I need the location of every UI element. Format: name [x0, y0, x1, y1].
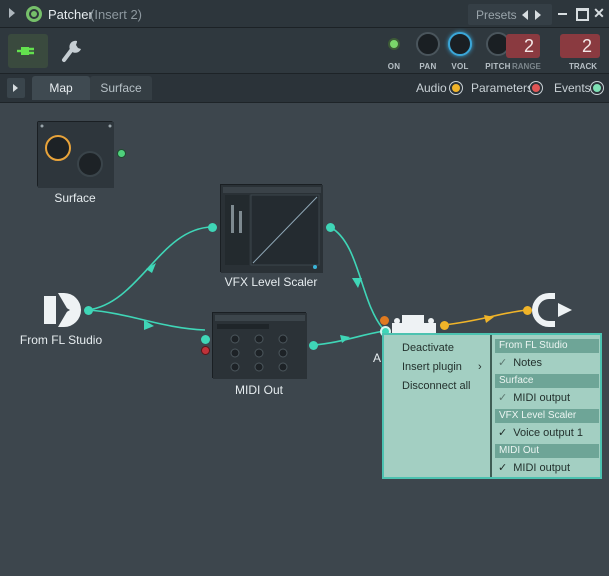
connection-item-label: Voice output 1 — [513, 427, 583, 439]
surface-preview — [38, 122, 114, 188]
hidden-node-audio-in-port[interactable] — [380, 316, 389, 325]
connection-item-label: MIDI output — [513, 462, 571, 474]
pan-knob[interactable] — [416, 32, 440, 56]
group-header-surface: Surface — [495, 374, 599, 388]
hidden-node-audio-out-port[interactable] — [440, 321, 449, 330]
window-subtitle: (Insert 2) — [90, 7, 143, 22]
wrench-icon — [62, 40, 81, 62]
pitch-label: PITCH — [485, 62, 511, 71]
connection-item[interactable]: ✓ Voice output 1 — [498, 426, 583, 439]
vol-knob[interactable] — [448, 32, 472, 56]
window-title: Patcher — [48, 7, 93, 22]
on-control: ON — [382, 32, 406, 72]
legend-audio-label: Audio — [416, 81, 447, 95]
surface-node-label: Surface — [54, 191, 96, 205]
patch-canvas[interactable]: Surface VFX Level Scaler From FL Studio — [0, 102, 609, 576]
plug-icon — [17, 47, 34, 55]
from-fl-node-label: From FL Studio — [19, 333, 103, 347]
preset-next-icon[interactable] — [535, 10, 541, 20]
vfx-level-scaler-node[interactable] — [220, 184, 323, 273]
legend-events-dot[interactable] — [591, 82, 603, 94]
midi-out-output-port[interactable] — [309, 341, 318, 350]
check-icon: ✓ — [498, 392, 508, 404]
connection-item-label: Notes — [513, 357, 542, 369]
pan-control: PAN — [414, 32, 442, 72]
menu-item-deactivate[interactable]: Deactivate — [402, 342, 454, 354]
track-label: TRACK — [569, 62, 597, 71]
legend-audio-dot[interactable] — [450, 82, 462, 94]
group-header-midi-out: MIDI Out — [495, 444, 599, 458]
title-bar: Patcher (Insert 2) Presets ✕ — [0, 0, 609, 28]
close-icon[interactable]: ✕ — [592, 6, 606, 20]
legend-events-label: Events — [554, 81, 591, 95]
pan-label: PAN — [419, 62, 437, 71]
group-header-from-fl: From FL Studio — [495, 339, 599, 353]
surface-event-port[interactable] — [117, 149, 126, 158]
plug-button[interactable] — [8, 34, 48, 68]
sidebar-toggle-icon[interactable] — [7, 78, 25, 98]
surface-node[interactable] — [37, 121, 114, 188]
connection-item[interactable]: ✓ MIDI output — [498, 461, 570, 474]
context-menu-connections: From FL Studio ✓ Notes Surface ✓ MIDI outp… — [490, 335, 600, 477]
submenu-arrow-icon: › — [478, 361, 482, 373]
range-label: RANGE — [512, 62, 541, 71]
legend-parameters-label: Parameters — [471, 81, 534, 95]
tab-row: Map Surface Audio Parameters Events — [0, 74, 609, 102]
check-icon: ✓ — [498, 357, 508, 369]
vfx-output-port[interactable] — [326, 223, 335, 232]
connection-item[interactable]: ✓ MIDI output — [498, 391, 570, 404]
group-header-vfx: VFX Level Scaler — [495, 409, 599, 423]
on-label: ON — [387, 62, 401, 71]
midi-out-preview — [213, 313, 307, 379]
tab-map[interactable]: Map — [32, 76, 90, 100]
midi-out-node[interactable] — [212, 312, 307, 379]
midi-out-param-port[interactable] — [201, 346, 210, 355]
tab-surface[interactable]: Surface — [90, 76, 152, 100]
connection-item-label: MIDI output — [513, 392, 571, 404]
minimize-icon[interactable] — [556, 6, 570, 20]
vfx-preview — [221, 185, 323, 273]
presets-selector[interactable]: Presets — [468, 4, 552, 25]
vfx-node-label: VFX Level Scaler — [224, 275, 318, 289]
track-display[interactable]: 2 — [560, 34, 600, 58]
connection-item[interactable]: ✓ Notes — [498, 356, 542, 369]
midi-out-input-port[interactable] — [201, 335, 210, 344]
legend-parameters-dot[interactable] — [530, 82, 542, 94]
output-audio-in-port[interactable] — [523, 306, 532, 315]
maximize-icon[interactable] — [574, 6, 589, 21]
preset-prev-icon[interactable] — [522, 10, 528, 20]
audio-output-icon — [532, 293, 572, 327]
menu-item-disconnect-all[interactable]: Disconnect all — [402, 380, 470, 392]
check-icon: ✓ — [498, 427, 508, 439]
from-fl-studio-icon — [44, 293, 81, 327]
collapse-arrow-icon[interactable] — [9, 8, 15, 18]
on-led[interactable] — [388, 38, 400, 50]
vol-control: VOL — [446, 32, 474, 72]
port-context-menu: Deactivate Insert plugin › Disconnect al… — [382, 333, 602, 479]
pitch-range-display[interactable]: 2 — [506, 34, 540, 58]
check-icon: ✓ — [498, 462, 508, 474]
vfx-input-port[interactable] — [208, 223, 217, 232]
plugin-gear-icon[interactable] — [26, 6, 42, 22]
from-fl-output-port[interactable] — [84, 306, 93, 315]
toolbar: ON PAN VOL PITCH 2 RANGE 2 TRACK — [0, 28, 609, 74]
presets-label: Presets — [476, 8, 517, 22]
menu-item-insert-plugin[interactable]: Insert plugin — [402, 361, 462, 373]
wrench-button[interactable] — [60, 36, 86, 66]
midi-out-node-label: MIDI Out — [234, 383, 283, 397]
vol-label: VOL — [451, 62, 469, 71]
context-menu-main: Deactivate Insert plugin › Disconnect al… — [384, 335, 490, 477]
wire-arrow-icon — [352, 278, 362, 288]
